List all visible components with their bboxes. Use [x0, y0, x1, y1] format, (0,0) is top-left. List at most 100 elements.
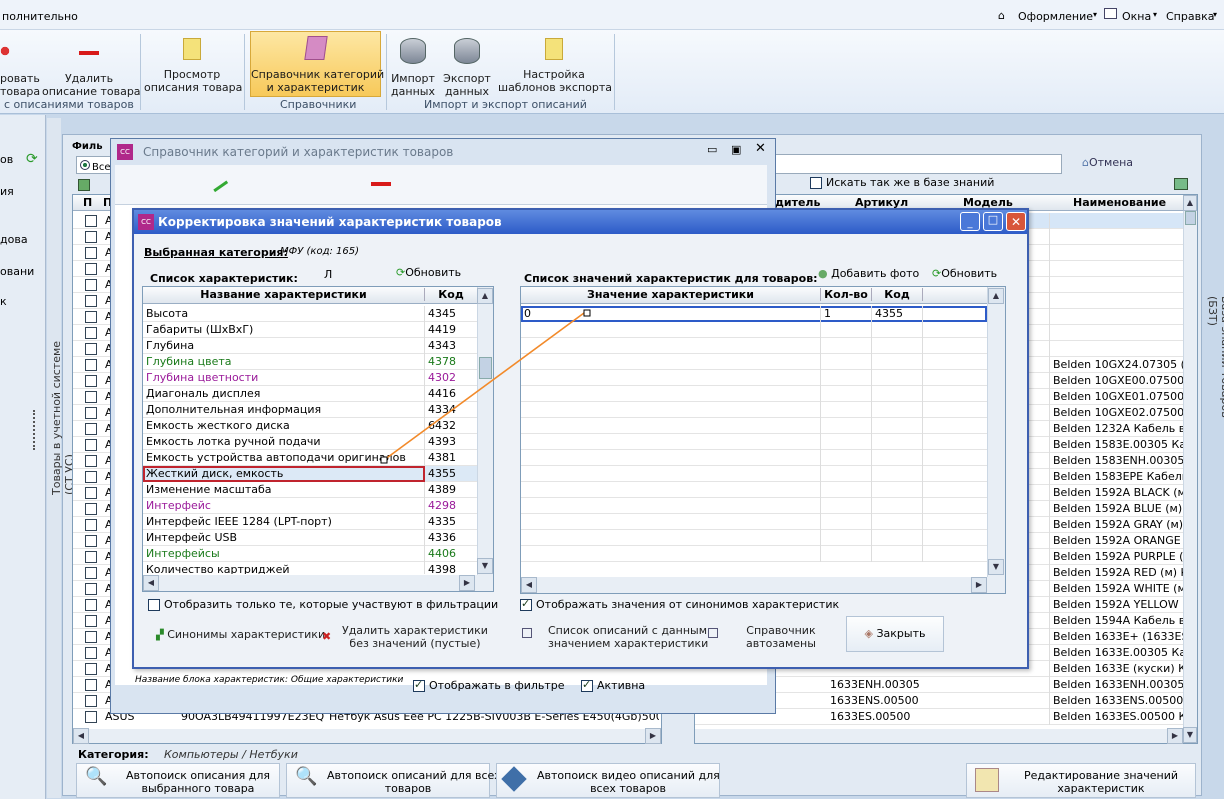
- categories-reference-button[interactable]: Справочник категорий и характеристик: [250, 31, 384, 97]
- row-checkbox[interactable]: [85, 631, 97, 643]
- scroll-left-icon[interactable]: ◀: [73, 728, 89, 744]
- list-item[interactable]: Количество картриджей 4398: [143, 562, 477, 574]
- list-item[interactable]: Интерфейс IEEE 1284 (LPT-порт) 4335: [143, 514, 477, 530]
- sidebar-item[interactable]: дова: [0, 233, 28, 246]
- active-checkbox[interactable]: Активна: [581, 678, 645, 692]
- scroll-left-icon[interactable]: ◀: [521, 577, 537, 593]
- list-item[interactable]: Глубина 4343: [143, 338, 477, 354]
- table-row[interactable]: [521, 354, 987, 370]
- synonyms-button[interactable]: ▞ Синонимы характеристики: [156, 628, 325, 641]
- row-checkbox[interactable]: [85, 327, 97, 339]
- list-item[interactable]: Диагональ дисплея 4416: [143, 386, 477, 402]
- list-item[interactable]: Высота 4345: [143, 306, 477, 322]
- checkbox[interactable]: [581, 678, 593, 692]
- minimize-icon[interactable]: _: [960, 212, 980, 231]
- close-icon[interactable]: ✕: [755, 141, 766, 156]
- row-checkbox[interactable]: [85, 487, 97, 499]
- close-button[interactable]: ◈ Закрыть: [846, 616, 944, 652]
- table-row[interactable]: [521, 482, 987, 498]
- vertical-scrollbar[interactable]: ▲ ▼: [477, 287, 493, 575]
- table-row[interactable]: [521, 434, 987, 450]
- home-icon[interactable]: ⌂: [998, 9, 1005, 22]
- scroll-right-icon[interactable]: ▶: [1167, 728, 1183, 744]
- toolbar-add-icon[interactable]: [78, 179, 90, 191]
- row-checkbox[interactable]: [85, 391, 97, 403]
- list-item[interactable]: Жесткий диск, емкость 4355: [143, 466, 477, 482]
- autoreplace-button[interactable]: Справочник автозамены: [708, 624, 816, 650]
- only-filter-checkbox[interactable]: Отобразить только те, которые участвуют …: [148, 598, 498, 611]
- maximize-icon[interactable]: □: [983, 212, 1003, 231]
- vertical-scrollbar[interactable]: ▲ ▼: [987, 287, 1005, 577]
- horizontal-scrollbar[interactable]: ▶: [695, 728, 1183, 744]
- search-kb-checkbox[interactable]: Искать так же в базе знаний: [810, 176, 994, 189]
- scroll-down-icon[interactable]: ▼: [477, 558, 493, 574]
- row-checkbox[interactable]: [85, 231, 97, 243]
- horizontal-scrollbar[interactable]: ◀ ▶: [73, 728, 661, 744]
- row-checkbox[interactable]: [85, 455, 97, 467]
- row-checkbox[interactable]: [85, 215, 97, 227]
- scroll-down-icon[interactable]: ▼: [1183, 727, 1197, 743]
- scroll-left-icon[interactable]: ◀: [143, 575, 159, 591]
- horizontal-scrollbar[interactable]: ◀ ▶: [521, 577, 1005, 593]
- autosearch-all-button[interactable]: 🔍 Автопоиск описаний для всех товаров: [286, 763, 501, 798]
- row-checkbox[interactable]: [85, 375, 97, 387]
- list-item[interactable]: Изменение масштаба 4389: [143, 482, 477, 498]
- view-description-button[interactable]: Просмотр описания товара: [144, 34, 242, 94]
- row-checkbox[interactable]: [85, 263, 97, 275]
- sidebar-item[interactable]: к: [0, 295, 7, 308]
- chevron-down-icon[interactable]: ▾: [1093, 10, 1097, 19]
- table-row[interactable]: [521, 370, 987, 386]
- chevron-down-icon[interactable]: ▾: [1213, 10, 1217, 19]
- show-in-filter-checkbox[interactable]: Отображать в фильтре: [413, 678, 565, 692]
- row-checkbox[interactable]: [85, 359, 97, 371]
- row-checkbox[interactable]: [85, 519, 97, 531]
- scroll-up-icon[interactable]: ▲: [477, 288, 493, 304]
- minimize-icon[interactable]: ▭: [707, 143, 717, 156]
- row-checkbox[interactable]: [85, 407, 97, 419]
- delete-empty-button[interactable]: ✖ Удалить характеристики без значений (пу…: [322, 624, 488, 650]
- list-item[interactable]: Габариты (ШхВхГ) 4419: [143, 322, 477, 338]
- row-checkbox[interactable]: [85, 343, 97, 355]
- table-row[interactable]: [521, 386, 987, 402]
- table-row[interactable]: [521, 466, 987, 482]
- list-item[interactable]: Интерфейс 4298: [143, 498, 477, 514]
- table-row[interactable]: [521, 546, 987, 562]
- list-item[interactable]: Интерфейсы 4406: [143, 546, 477, 562]
- checkbox[interactable]: [413, 678, 425, 692]
- row-checkbox[interactable]: [85, 583, 97, 595]
- table-row[interactable]: [521, 498, 987, 514]
- menu-appearance[interactable]: Оформление: [1018, 10, 1093, 23]
- pencil-icon[interactable]: [205, 169, 229, 193]
- refresh-icon[interactable]: ⟳: [26, 151, 38, 167]
- chevron-down-icon[interactable]: ▾: [1153, 10, 1157, 19]
- list-item[interactable]: Емкость устройства автоподачи оригиналов…: [143, 450, 477, 466]
- row-checkbox[interactable]: [85, 439, 97, 451]
- edit-values-button[interactable]: Редактирование значений характеристик: [966, 763, 1196, 798]
- close-icon[interactable]: ✕: [1006, 212, 1026, 231]
- row-checkbox[interactable]: [85, 247, 97, 259]
- radio-all[interactable]: Все: [76, 156, 112, 174]
- scroll-down-icon[interactable]: ▼: [988, 559, 1004, 575]
- splitter-handle[interactable]: [33, 410, 39, 450]
- list-item[interactable]: Емкость лотка ручной подачи 4393: [143, 434, 477, 450]
- table-row[interactable]: [521, 450, 987, 466]
- cancel-button[interactable]: ⌂Отмена: [1082, 156, 1133, 169]
- sidebar-item[interactable]: овани: [0, 265, 34, 278]
- scroll-thumb[interactable]: [479, 357, 492, 379]
- kb-search-input[interactable]: [774, 154, 1062, 174]
- scroll-up-icon[interactable]: ▲: [1183, 195, 1197, 211]
- sidebar-item[interactable]: ов: [0, 153, 13, 166]
- row-checkbox[interactable]: [85, 311, 97, 323]
- horizontal-scrollbar[interactable]: ◀ ▶: [143, 575, 493, 591]
- row-checkbox[interactable]: [85, 503, 97, 515]
- maximize-icon[interactable]: ▣: [731, 143, 741, 156]
- menu-help[interactable]: Справка: [1166, 10, 1214, 23]
- row-checkbox[interactable]: [85, 599, 97, 611]
- checkbox[interactable]: [520, 597, 532, 611]
- export-data-button[interactable]: Экспорт данных: [442, 34, 492, 98]
- scroll-right-icon[interactable]: ▶: [971, 577, 987, 593]
- row-checkbox[interactable]: [85, 567, 97, 579]
- row-checkbox[interactable]: [85, 711, 97, 723]
- row-checkbox[interactable]: [85, 423, 97, 435]
- edit-description-button[interactable]: ровать товара: [0, 34, 40, 98]
